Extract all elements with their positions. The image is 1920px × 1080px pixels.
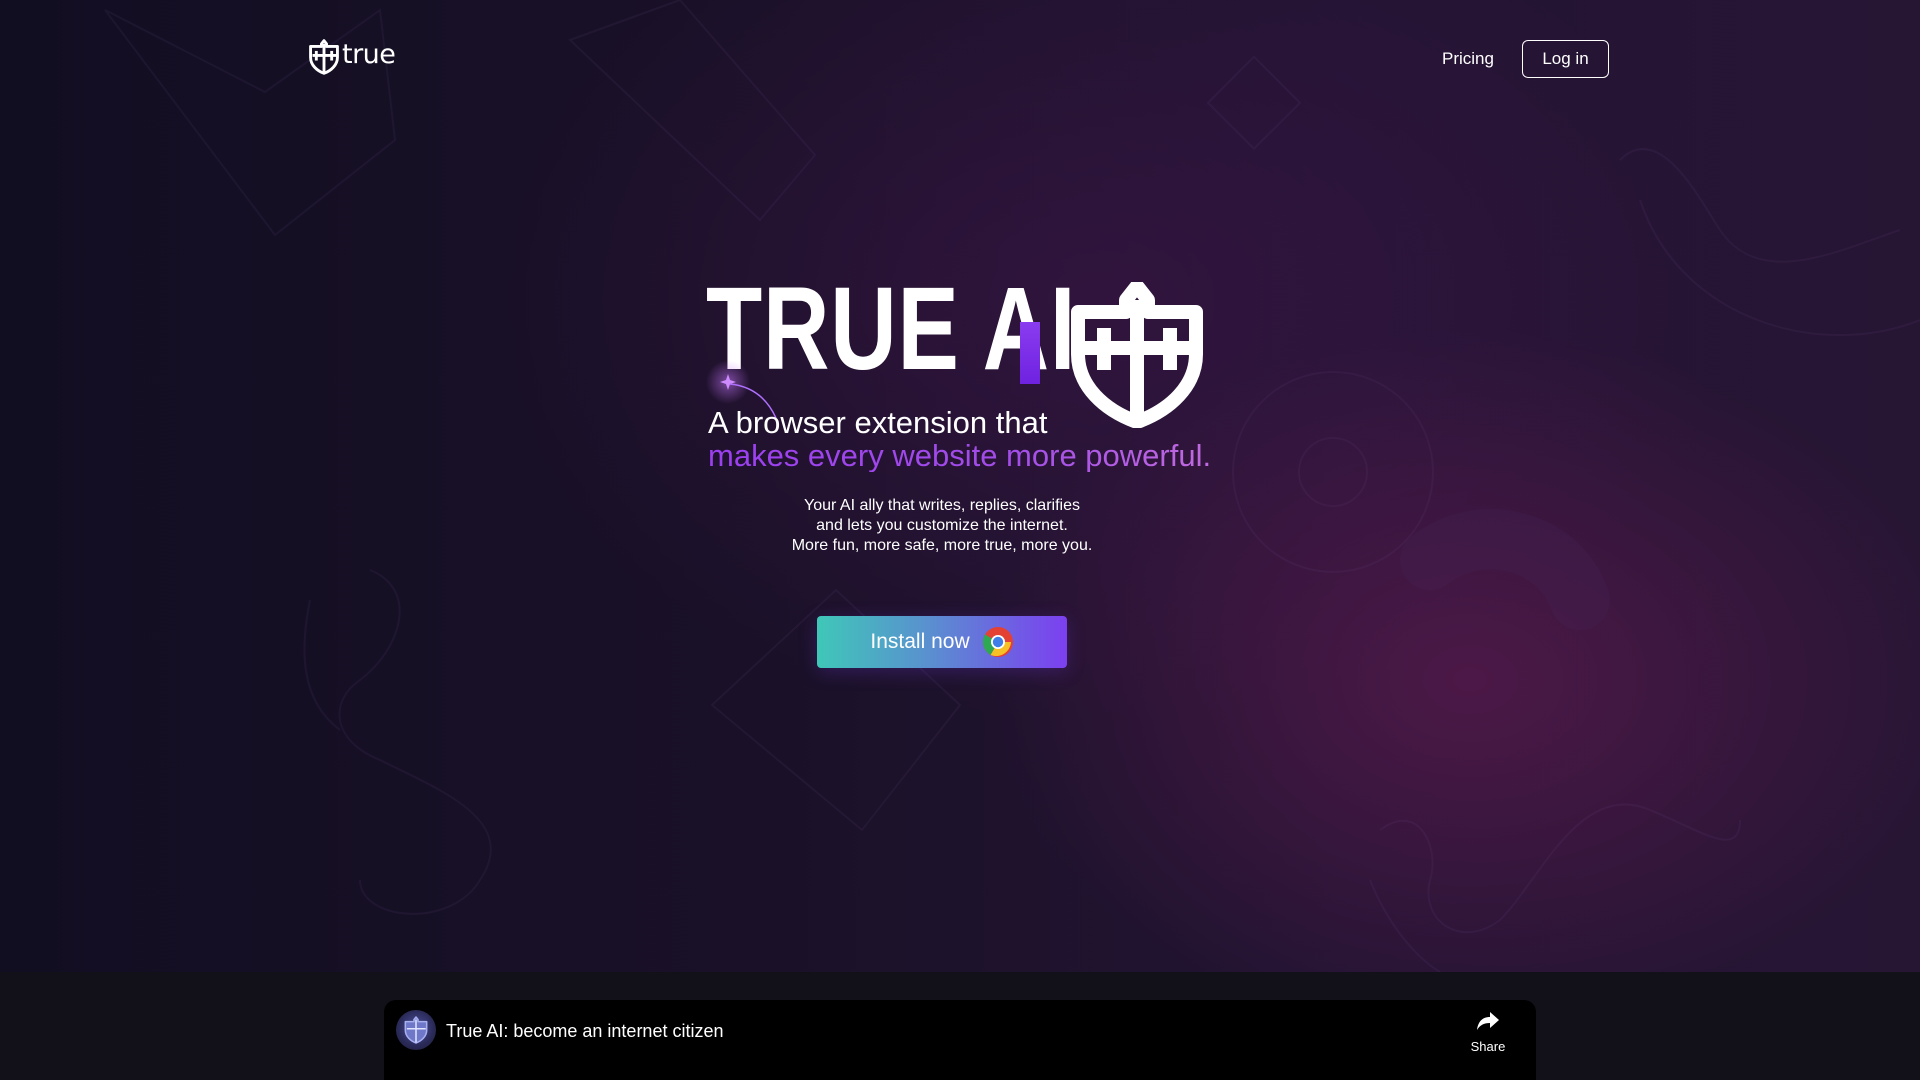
logo-link[interactable]: true: [308, 38, 396, 76]
logo-text: true: [342, 38, 396, 70]
share-button[interactable]: Share: [1462, 1010, 1514, 1054]
hero-subtitle-accent: makes every website more powerful.: [708, 438, 1212, 473]
chrome-icon: [982, 627, 1013, 657]
background-decorations: [104, 0, 1920, 972]
landing-page: true Pricing Log in TRUE AI A browser ex…: [0, 0, 1920, 1080]
share-arrow-icon: [1477, 1012, 1499, 1030]
description-line: Your AI ally that writes, replies, clari…: [804, 497, 1080, 514]
description-line: More fun, more safe, more true, more you…: [791, 537, 1093, 554]
title-accent-bar: [1020, 322, 1040, 384]
video-player[interactable]: True AI: become an internet citizen Shar…: [384, 1000, 1536, 1080]
install-label: Install now: [870, 630, 970, 653]
true-shield-icon: [404, 1016, 428, 1044]
share-label: Share: [1470, 1039, 1506, 1054]
login-button[interactable]: Log in: [1522, 40, 1609, 78]
hero-subtitle: A browser extension that: [708, 405, 1048, 440]
description-line: and lets you customize the internet.: [816, 517, 1068, 534]
channel-avatar-icon[interactable]: [396, 1010, 436, 1050]
pricing-link[interactable]: Pricing: [1442, 49, 1494, 69]
true-shield-icon: [309, 39, 339, 75]
video-title[interactable]: True AI: become an internet citizen: [446, 1021, 723, 1042]
hero-description: Your AI ally that writes, replies, clari…: [740, 496, 1144, 556]
install-now-button[interactable]: Install now: [817, 616, 1067, 668]
true-shield-icon: [1071, 282, 1203, 428]
site-header: true Pricing Log in: [0, 0, 1920, 120]
